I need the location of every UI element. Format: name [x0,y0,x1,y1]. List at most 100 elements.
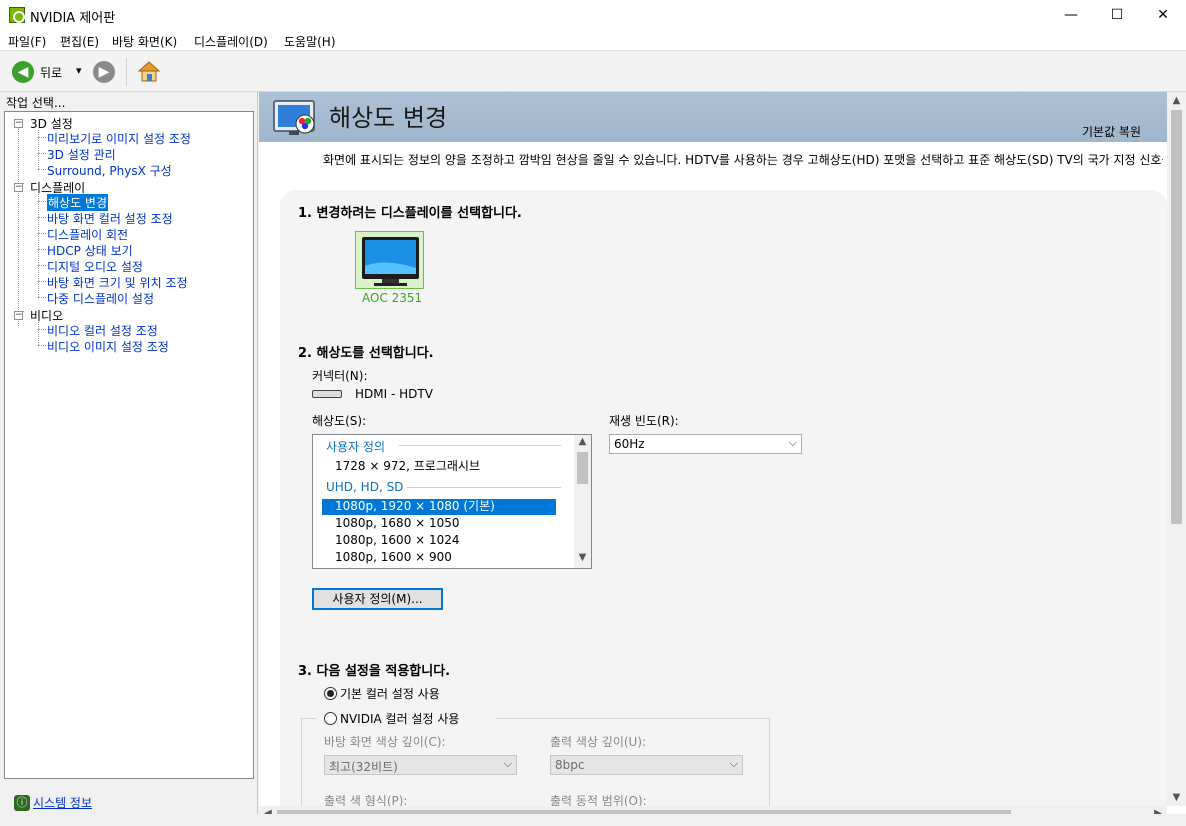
content-scroll-thumb[interactable] [1171,110,1182,524]
scroll-up-icon[interactable]: ▲ [574,436,591,447]
settings-panel: 1. 변경하려는 디스플레이를 선택합니다. AOC 2351 2. 해상도를 … [280,190,1167,814]
tree-item-digital-audio[interactable]: 디지털 오디오 설정 [47,258,143,275]
forward-arrow-icon[interactable]: ▶ [93,61,115,83]
display-settings-icon [273,98,319,138]
close-button[interactable]: ✕ [1140,0,1186,30]
scroll-down-icon[interactable]: ▼ [1167,792,1186,803]
scroll-up-icon[interactable]: ▲ [1167,95,1186,106]
collapse-video-icon[interactable]: − [14,311,23,320]
section-2-title: 2. 해상도를 선택합니다. [298,346,434,361]
menu-desktop[interactable]: 바탕 화면(K) [112,33,177,50]
radio-nvidia-color[interactable] [324,712,337,725]
list-scroll-thumb[interactable] [577,452,588,484]
tree-item-manage-3d[interactable]: 3D 설정 관리 [47,146,116,163]
nvidia-app-icon [9,7,25,23]
tree-line [38,217,46,218]
window-title: NVIDIA 제어판 [30,11,116,26]
refresh-rate-select[interactable]: 60Hz ⌵ [609,434,802,454]
output-depth-select[interactable]: 8bpc ⌵ [550,755,743,775]
refresh-rate-value: 60Hz [614,437,645,451]
page-header: 해상도 변경 기본값 복원 [259,92,1167,142]
group-divider [399,445,561,446]
display-tile[interactable] [355,231,424,289]
resolution-label: 해상도(S): [312,414,367,428]
menu-display[interactable]: 디스플레이(D) [194,33,268,50]
group-divider [406,487,561,488]
resolution-row[interactable]: 1080p, 1600 × 900 [335,550,452,564]
menu-help[interactable]: 도움말(H) [284,33,336,50]
home-icon[interactable] [136,58,162,84]
tree-line [38,137,46,138]
task-select-label: 작업 선택... [6,96,66,110]
tree-line [38,322,39,345]
menu-bar: 파일(F) 편집(E) 바탕 화면(K) 디스플레이(D) 도움말(H) [0,30,1186,51]
refresh-rate-label: 재생 빈도(R): [609,414,679,428]
tree-line [38,281,46,282]
radio-default-color[interactable] [324,687,337,700]
tree-item-change-resolution[interactable]: 해상도 변경 [47,194,109,211]
resolution-row-custom[interactable]: 1728 × 972, 프로그래시브 [335,457,480,474]
content-vertical-scrollbar[interactable]: ▲ ▼ [1167,92,1186,806]
task-pane: 작업 선택... − 3D 설정 미리보기로 이미지 설정 조정 3D 설정 관… [0,92,258,814]
list-group-hd: UHD, HD, SD [326,480,404,494]
collapse-3d-icon[interactable]: − [14,119,23,128]
content-horizontal-scrollbar[interactable]: ◀ ▶ [259,806,1167,814]
tree-item-desktop-color[interactable]: 바탕 화면 컬러 설정 조정 [47,210,173,227]
content-pane: 해상도 변경 기본값 복원 화면에 표시되는 정보의 양을 조정하고 깜박임 현… [259,92,1186,814]
chevron-down-icon: ⌵ [503,757,512,770]
back-arrow-icon[interactable]: ◀ [12,61,34,83]
tree-line [38,249,46,250]
resolution-listbox[interactable]: 사용자 정의 1728 × 972, 프로그래시브 UHD, HD, SD 10… [312,434,592,569]
tree-line [38,153,46,154]
desktop-depth-select[interactable]: 최고(32비트) ⌵ [324,755,517,775]
resolution-row[interactable]: 1080p, 1600 × 1024 [335,533,460,547]
resolution-row[interactable]: 1080p, 1680 × 1050 [335,516,460,530]
tree-line [38,265,46,266]
scroll-down-icon[interactable]: ▼ [574,552,591,563]
page-title: 해상도 변경 [329,104,448,132]
menu-edit[interactable]: 편집(E) [60,33,99,50]
tree-item-hdcp-status[interactable]: HDCP 상태 보기 [47,242,133,259]
system-info-link[interactable]: 시스템 정보 [33,794,92,811]
menu-file[interactable]: 파일(F) [8,33,46,50]
status-strip [0,814,1186,826]
radio-default-color-label[interactable]: 기본 컬러 설정 사용 [340,685,440,702]
chevron-down-icon: ⌵ [729,757,738,770]
connector-label: 커넥터(N): [312,369,368,383]
maximize-button[interactable]: ☐ [1094,0,1140,30]
system-info-icon[interactable]: ⓘ [14,795,30,811]
title-bar: NVIDIA 제어판 — ☐ ✕ [0,0,1186,30]
collapse-display-icon[interactable]: − [14,183,23,192]
tree-line [38,130,39,169]
tree-line [38,329,46,330]
tree-item-video-image[interactable]: 비디오 이미지 설정 조정 [47,338,169,355]
tree-item-desktop-size[interactable]: 바탕 화면 크기 및 위치 조정 [47,274,188,291]
tree-line [38,345,46,346]
tree-item-multiple-displays[interactable]: 다중 디스플레이 설정 [47,290,154,307]
radio-nvidia-color-label[interactable]: NVIDIA 컬러 설정 사용 [340,710,459,727]
toolbar-divider [126,58,127,86]
toolbar: ◀ 뒤로 ▾ ▶ [0,52,1186,92]
section-1-title: 1. 변경하려는 디스플레이를 선택합니다. [298,206,522,221]
tree-line [38,169,46,170]
minimize-button[interactable]: — [1048,0,1094,30]
page-description: 화면에 표시되는 정보의 양을 조정하고 깜박임 현상을 줄일 수 있습니다. … [323,153,1163,167]
tree-item-surround-physx[interactable]: Surround, PhysX 구성 [47,162,172,179]
customize-button[interactable]: 사용자 정의(M)... [312,588,443,610]
monitor-icon [362,237,419,286]
output-depth-value: 8bpc [555,758,585,772]
tree-item-video-color[interactable]: 비디오 컬러 설정 조정 [47,322,158,339]
hdmi-connector-icon [312,390,342,398]
tree-line [18,128,19,326]
resolution-row-selected[interactable]: 1080p, 1920 × 1080 (기본) [322,499,556,515]
list-scrollbar[interactable]: ▲ ▼ [574,435,591,568]
tree-item-preview-image[interactable]: 미리보기로 이미지 설정 조정 [47,130,191,147]
section-3-title: 3. 다음 설정을 적용합니다. [298,664,451,679]
desktop-depth-label: 바탕 화면 색상 깊이(C): [324,735,446,749]
tree-line [38,297,46,298]
tree-item-rotate-display[interactable]: 디스플레이 회전 [47,226,128,243]
back-button-label[interactable]: 뒤로 [40,64,62,81]
back-dropdown-icon[interactable]: ▾ [76,64,82,77]
desktop-depth-value: 최고(32비트) [329,760,398,774]
restore-defaults-link[interactable]: 기본값 복원 [1082,123,1141,140]
